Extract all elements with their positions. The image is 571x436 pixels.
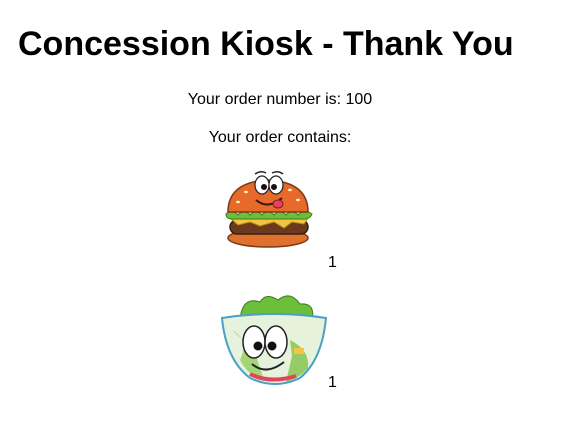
- item-quantity: 1: [328, 374, 337, 391]
- order-item-burger: 1: [220, 168, 340, 271]
- order-number-text: Your order number is: 100: [187, 91, 373, 108]
- item-quantity: 1: [328, 254, 337, 271]
- page-title: Concession Kiosk - Thank You: [18, 25, 514, 63]
- burger-icon: [225, 170, 313, 248]
- order-item-salad: 1: [220, 290, 340, 391]
- order-contains-label: Your order contains:: [208, 129, 352, 146]
- salad-bowl-icon: [220, 295, 328, 385]
